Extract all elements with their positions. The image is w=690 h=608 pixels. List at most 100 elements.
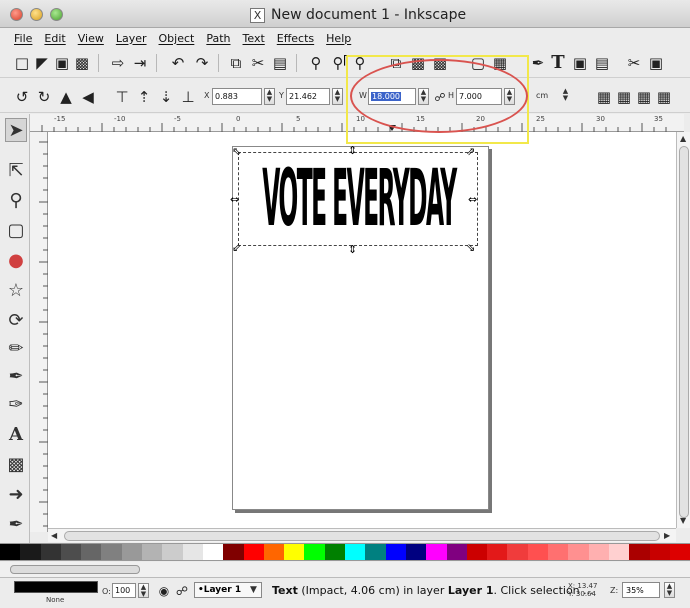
color-swatch[interactable] (263, 544, 285, 560)
cut-icon[interactable]: ✂ (248, 53, 268, 73)
ellipse-tool-icon[interactable]: ● (5, 248, 27, 272)
eye-icon[interactable]: ◉ (154, 581, 174, 601)
unit-dropdown-icon[interactable]: ▲ ▼ (560, 88, 571, 105)
zoom-button[interactable] (50, 8, 63, 21)
color-swatch[interactable] (0, 544, 21, 560)
color-swatch[interactable] (223, 544, 244, 560)
lower-to-bottom-icon[interactable]: ⊥ (178, 87, 198, 107)
document-properties-icon[interactable]: ▣ (646, 53, 666, 73)
node-tool-icon[interactable]: ⇱ (5, 158, 27, 182)
menu-layer[interactable]: Layer (110, 32, 153, 45)
flip-vertical-icon[interactable]: ◀ (78, 87, 98, 107)
new-document-icon[interactable]: □ (12, 53, 32, 73)
vertical-ruler[interactable] (30, 132, 48, 532)
color-swatch[interactable] (81, 544, 102, 560)
color-swatch[interactable] (588, 544, 609, 560)
undo-icon[interactable]: ↶ (168, 53, 188, 73)
menu-effects[interactable]: Effects (271, 32, 320, 45)
vertical-scroll-thumb[interactable] (679, 146, 689, 518)
color-swatch[interactable] (101, 544, 122, 560)
menu-path[interactable]: Path (200, 32, 236, 45)
layer-dropdown-icon[interactable]: ▼ (250, 585, 257, 595)
zoom-field[interactable]: 35% (622, 582, 660, 598)
color-swatch[interactable] (324, 544, 346, 560)
color-swatch[interactable] (608, 544, 630, 560)
open-icon[interactable]: ◤ (32, 53, 52, 73)
rotate-cw-icon[interactable]: ↻ (34, 87, 54, 107)
color-swatch[interactable] (669, 544, 690, 560)
scale-handle-nw-icon[interactable]: ⇖ (232, 146, 241, 157)
close-button[interactable] (10, 8, 23, 21)
menu-view[interactable]: View (72, 32, 110, 45)
redo-icon[interactable]: ↷ (192, 53, 212, 73)
scroll-right-icon[interactable]: ▶ (664, 531, 670, 540)
color-swatch[interactable] (487, 544, 508, 560)
calligraphy-tool-icon[interactable]: ✑ (5, 392, 27, 416)
color-swatch[interactable] (121, 544, 143, 560)
menu-object[interactable]: Object (153, 32, 201, 45)
export-icon[interactable]: ⇥ (130, 53, 150, 73)
dropper-tool-icon[interactable]: ✒ (5, 512, 27, 536)
color-swatch[interactable] (202, 544, 224, 560)
color-swatch[interactable] (446, 544, 467, 560)
lower-icon[interactable]: ⇣ (156, 87, 176, 107)
scale-handle-s-icon[interactable]: ⇕ (348, 244, 357, 255)
zoom-selection-icon[interactable]: ⚲ (306, 53, 326, 73)
minimize-button[interactable] (30, 8, 43, 21)
text-object[interactable]: VOTE EVERYDAY (244, 155, 473, 246)
color-swatch[interactable] (243, 544, 264, 560)
text-font-icon[interactable]: T (548, 52, 568, 73)
scale-handle-sw-icon[interactable]: ⇙ (232, 242, 241, 253)
color-swatch[interactable] (142, 544, 163, 560)
color-swatch[interactable] (284, 544, 305, 560)
menu-edit[interactable]: Edit (38, 32, 71, 45)
opacity-spinner[interactable]: ▲ ▼ (138, 583, 149, 598)
xml-editor-icon[interactable]: ▣ (570, 53, 590, 73)
fill-indicator[interactable] (14, 581, 98, 593)
rotate-ccw-icon[interactable]: ↺ (12, 87, 32, 107)
vertical-scrollbar[interactable]: ▲ ▼ (676, 132, 690, 528)
color-swatch[interactable] (365, 544, 386, 560)
scale-handle-se-icon[interactable]: ⇘ (466, 242, 475, 253)
y-spinner[interactable]: ▲ ▼ (332, 88, 343, 105)
scroll-up-icon[interactable]: ▲ (680, 134, 686, 143)
copy-icon[interactable]: ⧉ (226, 53, 246, 73)
menu-text[interactable]: Text (237, 32, 271, 45)
color-swatch[interactable] (568, 544, 589, 560)
horizontal-scrollbar[interactable]: ◀ ▶ (48, 528, 676, 542)
color-swatch[interactable] (304, 544, 325, 560)
paste-icon[interactable]: ▤ (270, 53, 290, 73)
color-swatch[interactable] (345, 544, 366, 560)
scale-stroke-icon[interactable]: ▦ (594, 87, 614, 107)
scale-handle-w-icon[interactable]: ⇔ (230, 194, 239, 205)
zoom-spinner[interactable]: ▲ ▼ (664, 582, 675, 598)
import-icon[interactable]: ⇨ (108, 53, 128, 73)
pen-tool-icon[interactable]: ✒ (5, 364, 27, 388)
x-field[interactable]: 0.883 (212, 88, 262, 105)
color-swatch[interactable] (385, 544, 406, 560)
color-swatch[interactable] (182, 544, 203, 560)
opacity-field[interactable]: 100 (112, 583, 136, 598)
print-icon[interactable]: ▩ (72, 53, 92, 73)
color-swatch[interactable] (507, 544, 528, 560)
color-swatch[interactable] (548, 544, 569, 560)
flip-horizontal-icon[interactable]: ▲ (56, 87, 76, 107)
spray-tool-icon[interactable]: ▩ (5, 452, 27, 476)
color-swatch[interactable] (527, 544, 549, 560)
preferences-icon[interactable]: ✂ (624, 53, 644, 73)
color-swatch[interactable] (426, 544, 447, 560)
scroll-left-icon[interactable]: ◀ (51, 531, 57, 540)
transform-gradients-icon[interactable]: ▦ (634, 87, 654, 107)
fill-stroke-icon[interactable]: ✒ (528, 53, 548, 73)
transform-patterns-icon[interactable]: ▦ (654, 87, 674, 107)
unit-select[interactable]: cm (536, 91, 548, 100)
raise-to-top-icon[interactable]: ⊤ (112, 87, 132, 107)
menu-file[interactable]: File (8, 32, 38, 45)
color-swatch[interactable] (649, 544, 670, 560)
drawing-canvas[interactable]: VOTE EVERYDAY ⇖ ⇕ ⇗ ⇔ ⇔ ⇙ ⇕ ⇘ (48, 132, 676, 528)
raise-icon[interactable]: ⇡ (134, 87, 154, 107)
save-icon[interactable]: ▣ (52, 53, 72, 73)
star-tool-icon[interactable]: ☆ (5, 278, 27, 302)
spiral-tool-icon[interactable]: ⟳ (5, 308, 27, 332)
scale-handle-n-icon[interactable]: ⇕ (348, 145, 357, 156)
